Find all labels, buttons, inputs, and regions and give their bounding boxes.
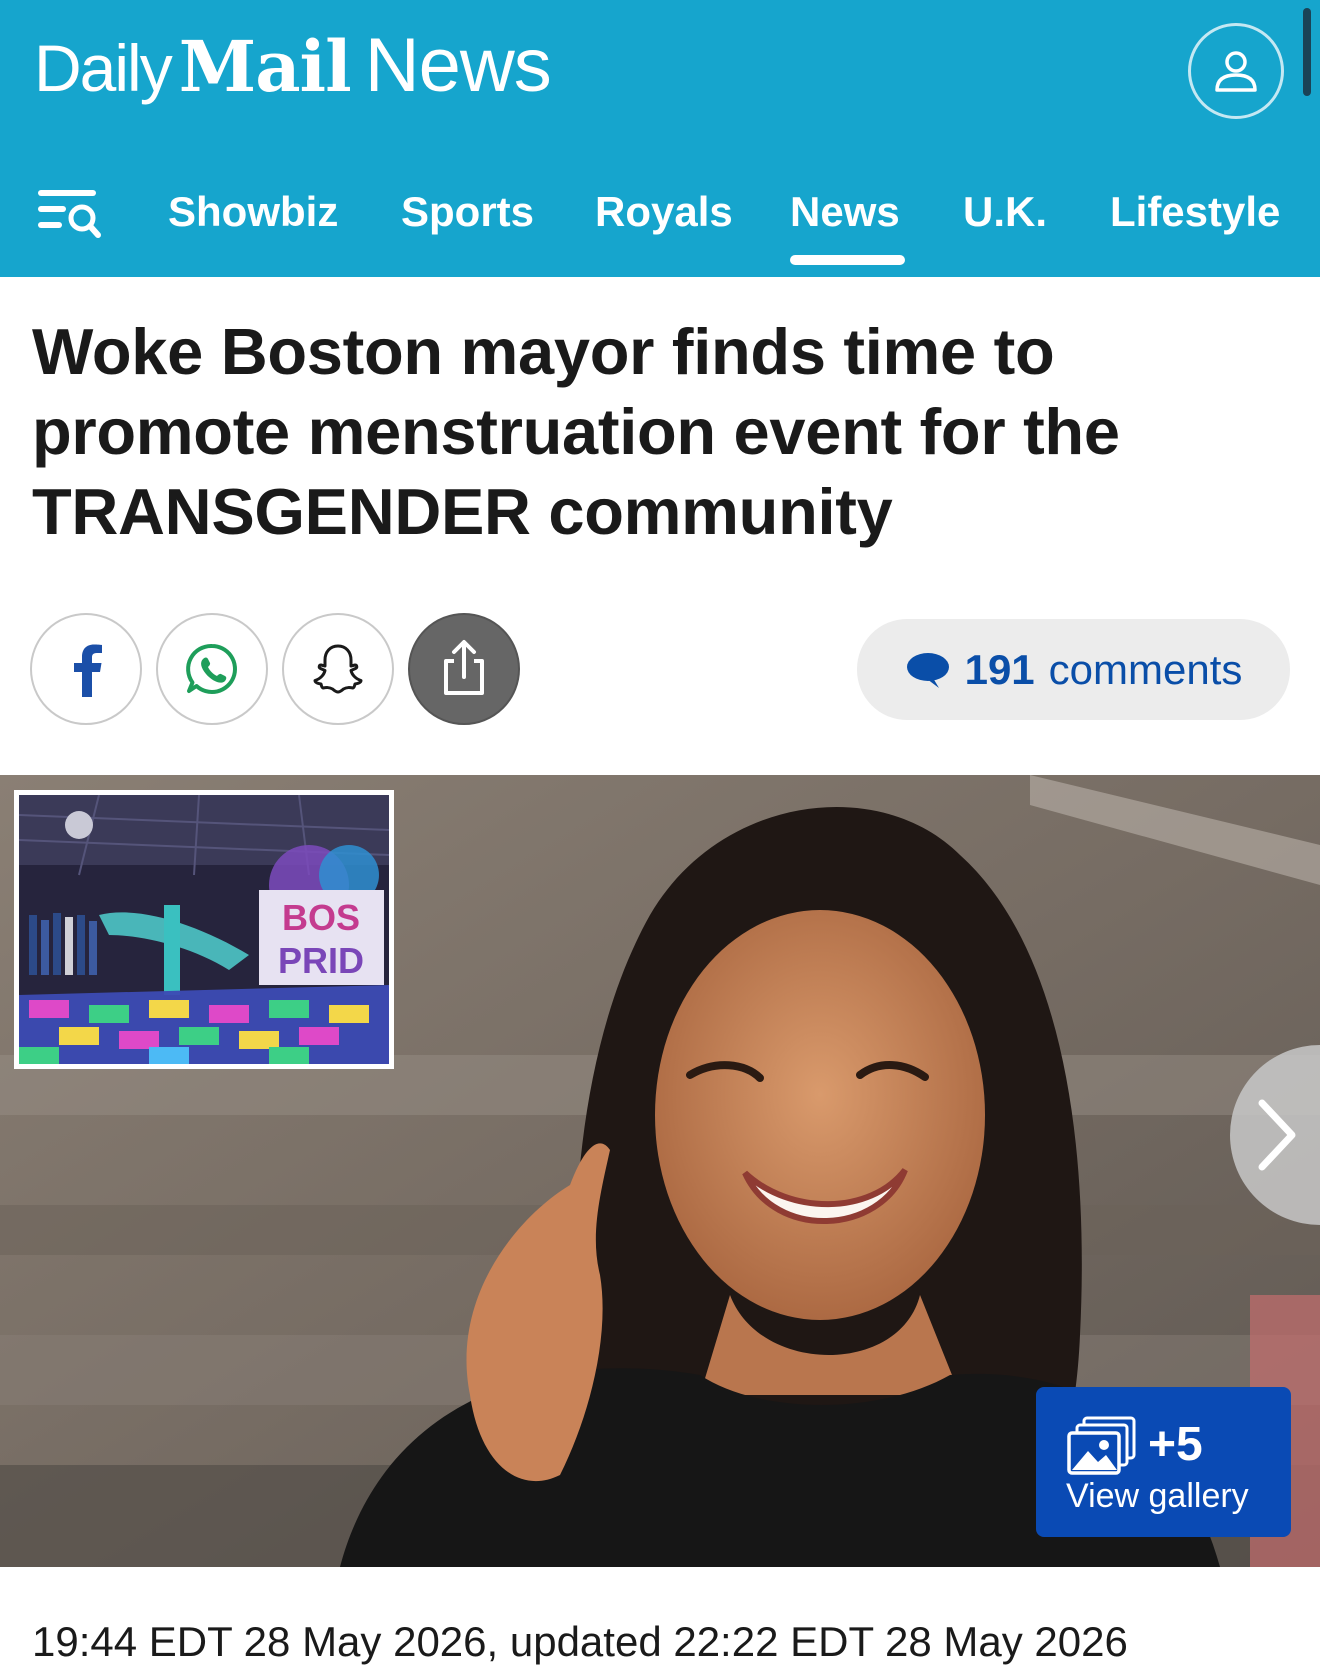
menu-search-icon[interactable]	[36, 182, 106, 242]
logo-mail: Mail	[178, 25, 352, 108]
facebook-share-button[interactable]	[30, 613, 142, 725]
gallery-label: View gallery	[1066, 1477, 1249, 1515]
pride-dance-floor-photo: BOS PRID	[19, 795, 389, 1064]
comments-count: 191	[964, 645, 1035, 693]
account-button[interactable]	[1188, 23, 1284, 119]
whatsapp-icon	[186, 643, 237, 694]
nav-item-lifestyle[interactable]: Lifestyle	[1110, 182, 1280, 242]
article-headline: Woke Boston mayor finds time to promote …	[32, 315, 1120, 548]
gallery-count: +5	[1148, 1418, 1203, 1471]
inset-pride-photo[interactable]: BOS PRID	[14, 790, 394, 1069]
comments-button[interactable]: 191 comments	[857, 619, 1290, 720]
logo-daily: Daily	[34, 31, 173, 105]
scrollbar[interactable]	[1303, 8, 1311, 96]
article-hero-image[interactable]: BOS PRID +5 View gallery	[0, 775, 1320, 1567]
user-icon	[1215, 51, 1257, 92]
facebook-icon	[74, 644, 102, 697]
share-button[interactable]	[408, 613, 520, 725]
active-nav-indicator	[790, 255, 905, 265]
section-nav: Showbiz Sports Royals News U.K. Lifestyl…	[0, 160, 1320, 277]
chevron-right-icon	[1258, 1099, 1296, 1171]
share-icon	[444, 640, 484, 695]
nav-item-news[interactable]: News	[790, 182, 900, 242]
article-timestamp: 19:44 EDT 28 May 2026, updated 22:22 EDT…	[32, 1618, 1128, 1665]
svg-text:BOS: BOS	[282, 897, 360, 938]
site-header: Daily Mail News Showbiz Sports Royals Ne…	[0, 0, 1320, 277]
comments-label: comments	[1048, 645, 1243, 693]
next-image-button[interactable]	[1230, 1045, 1320, 1225]
nav-item-uk[interactable]: U.K.	[963, 182, 1047, 242]
site-logo[interactable]: Daily Mail News	[34, 22, 552, 112]
whatsapp-share-button[interactable]	[156, 613, 268, 725]
svg-text:PRID: PRID	[278, 940, 364, 981]
nav-item-sports[interactable]: Sports	[401, 182, 534, 242]
logo-news: News	[364, 23, 552, 108]
nav-item-showbiz[interactable]: Showbiz	[168, 182, 338, 242]
snapchat-share-button[interactable]	[282, 613, 394, 725]
comment-bubble-icon	[906, 652, 949, 688]
nav-item-royals[interactable]: Royals	[595, 182, 733, 242]
view-gallery-button[interactable]: +5 View gallery	[1036, 1387, 1291, 1537]
gallery-icon	[1067, 1416, 1136, 1475]
snapchat-icon	[313, 644, 363, 694]
